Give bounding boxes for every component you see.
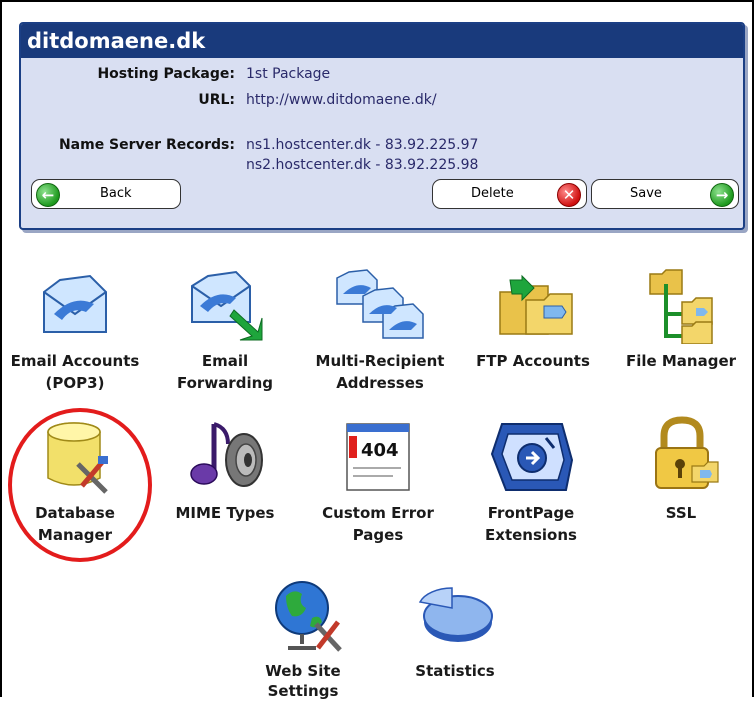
domain-info-panel: ditdomaene.dk Hosting Package: 1st Packa…: [19, 22, 745, 230]
tile-label: Forwarding: [176, 374, 273, 392]
tile-mime-types[interactable]: MIME Types: [150, 410, 300, 560]
tile-label: Multi-Recipient: [315, 352, 445, 370]
tile-label: Addresses: [336, 374, 424, 392]
tile-label: Email: [201, 352, 249, 370]
tile-label: Settings: [267, 682, 339, 700]
back-button[interactable]: ← Back: [31, 179, 181, 209]
save-label: Save: [630, 186, 662, 201]
email-accounts-icon: [38, 274, 110, 342]
domain-title: ditdomaene.dk: [21, 24, 743, 58]
tile-label: (POP3): [45, 374, 105, 392]
error-404-icon: 404: [343, 422, 415, 496]
save-button[interactable]: Save →: [591, 179, 739, 209]
frontpage-icon: [488, 420, 574, 498]
url-label: URL:: [198, 92, 235, 108]
tile-label: Extensions: [485, 526, 577, 544]
globe-settings-icon: [272, 578, 344, 660]
delete-button[interactable]: Delete ✕: [432, 179, 587, 209]
hosting-package-label: Hosting Package:: [97, 66, 235, 82]
tile-label: FTP Accounts: [476, 352, 590, 370]
tile-label: SSL: [665, 504, 697, 522]
tile-statistics[interactable]: Statistics: [380, 568, 530, 697]
tile-ssl[interactable]: SSL: [606, 410, 756, 560]
url-value[interactable]: http://www.ditdomaene.dk/: [246, 92, 437, 108]
tile-web-site-settings[interactable]: Web Site Settings: [228, 568, 378, 700]
email-forwarding-icon: [188, 270, 264, 346]
tile-label: Web Site: [265, 662, 341, 680]
tile-label: Email Accounts: [10, 352, 140, 370]
pie-chart-icon: [418, 582, 496, 652]
hosting-package-value: 1st Package: [246, 66, 331, 82]
tile-custom-error-pages[interactable]: 404 Custom Error Pages: [303, 410, 453, 560]
name-server-record-1: ns1.hostcenter.dk - 83.92.225.97: [246, 137, 479, 153]
delete-x-icon: ✕: [557, 183, 581, 207]
name-server-record-2: ns2.hostcenter.dk - 83.92.225.98: [246, 157, 479, 173]
error-404-text: 404: [361, 440, 399, 461]
tile-label: Pages: [352, 526, 404, 544]
ftp-folder-icon: [496, 272, 576, 344]
save-arrow-icon: →: [710, 183, 734, 207]
tile-ftp-accounts[interactable]: FTP Accounts: [458, 258, 608, 408]
back-arrow-icon: ←: [36, 183, 60, 207]
name-server-label: Name Server Records:: [58, 137, 235, 153]
tile-frontpage-extensions[interactable]: FrontPage Extensions: [456, 410, 606, 560]
tile-label: FrontPage: [487, 504, 575, 522]
tile-multi-recipient[interactable]: Multi-Recipient Addresses: [305, 258, 455, 408]
delete-label: Delete: [471, 186, 514, 201]
lock-icon: [650, 416, 720, 496]
database-highlight-circle: [8, 408, 152, 562]
tile-email-forwarding[interactable]: Email Forwarding: [150, 258, 300, 408]
tile-file-manager[interactable]: File Manager: [606, 258, 756, 408]
file-manager-icon: [648, 266, 718, 348]
tile-label: Custom Error: [322, 504, 434, 522]
tile-label: File Manager: [625, 352, 737, 370]
tile-label: Statistics: [415, 662, 495, 680]
tile-label: MIME Types: [175, 504, 275, 522]
mime-music-icon: [188, 418, 268, 498]
multi-recipient-icon: [333, 268, 429, 348]
tile-email-accounts[interactable]: Email Accounts (POP3): [0, 258, 150, 408]
back-label: Back: [100, 186, 132, 201]
